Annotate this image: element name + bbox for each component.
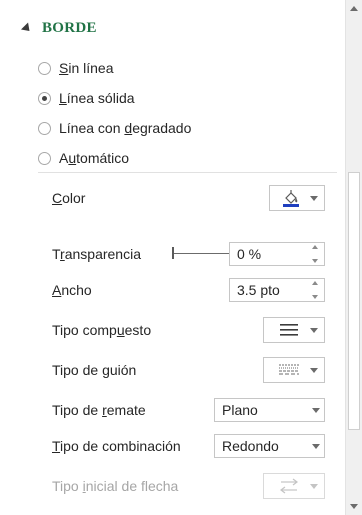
transparency-label: Transparencia [52,246,141,262]
dash-type-label: Tipo de guión [52,362,137,378]
spin-down-icon[interactable] [312,295,318,299]
border-section-header[interactable]: BORDE [18,20,97,37]
compound-lines-icon [278,321,300,339]
section-title: BORDE [42,20,97,36]
cap-type-row: Tipo de remate Plano [52,396,333,424]
spin-up-icon[interactable] [312,281,318,285]
transparency-slider-thumb[interactable] [172,247,174,259]
dash-type-dropdown[interactable] [263,357,325,383]
chevron-down-icon [310,327,318,333]
radio-button-selected[interactable] [38,91,51,105]
transparency-value: 0 % [237,246,262,262]
join-type-row: Tipo de combinación Redondo [52,432,333,460]
spin-buttons[interactable] [310,245,320,263]
transparency-spinner[interactable]: 0 % [229,242,325,266]
chevron-down-icon [310,483,318,489]
transparency-row: Transparencia 0 % [52,240,333,268]
radio-gradient-line[interactable]: Línea con degradado [38,120,191,136]
radio-button[interactable] [38,61,51,75]
section-divider [38,172,337,173]
chevron-down-icon [312,408,320,413]
scroll-up-button[interactable] [346,0,362,17]
compound-type-label: Tipo compuesto [52,322,152,338]
scroll-up-arrow-icon [350,6,358,11]
radio-button[interactable] [38,121,51,135]
begin-arrow-type-row: Tipo inicial de flecha [52,472,333,500]
width-value: 3.5 pto [237,282,280,298]
cap-type-select[interactable]: Plano [214,398,325,422]
scroll-down-arrow-icon [350,504,358,509]
spin-up-icon[interactable] [312,245,318,249]
compound-type-dropdown[interactable] [263,317,325,343]
chevron-down-icon [312,444,320,449]
join-type-value: Redondo [222,438,279,454]
color-row: Color [52,184,333,212]
transparency-slider[interactable] [172,253,232,254]
spin-down-icon[interactable] [312,259,318,263]
cap-type-label: Tipo de remate [52,402,146,418]
radio-solid-line[interactable]: Línea sólida [38,90,135,106]
width-spinner[interactable]: 3.5 pto [229,278,325,302]
color-picker-button[interactable] [269,185,325,211]
radio-no-line[interactable]: Sin línea [38,60,114,76]
collapse-triangle-icon[interactable] [20,22,34,35]
radio-automatic[interactable]: Automático [38,150,129,166]
dash-style-icon [278,361,300,379]
chevron-down-icon [310,367,318,373]
radio-button[interactable] [38,151,51,165]
chevron-down-icon [310,195,318,201]
scrollbar-thumb[interactable] [348,172,360,430]
format-border-panel: BORDE Sin línea Línea sólida Línea con d… [0,0,345,515]
width-row: Ancho 3.5 pto [52,276,333,304]
radio-label: Sin línea [59,60,114,76]
color-label: Color [52,190,86,206]
join-type-label: Tipo de combinación [52,438,181,454]
vertical-scrollbar[interactable] [345,0,362,515]
spin-buttons[interactable] [310,281,320,299]
radio-label: Automático [59,150,130,166]
radio-label: Línea con degradado [59,120,192,136]
begin-arrow-type-dropdown [263,473,325,499]
radio-label: Línea sólida [59,90,135,106]
scroll-down-button[interactable] [346,498,362,515]
begin-arrow-type-label: Tipo inicial de flecha [52,478,179,494]
cap-type-value: Plano [222,402,258,418]
dash-type-row: Tipo de guión [52,356,333,384]
width-label: Ancho [52,282,92,298]
compound-type-row: Tipo compuesto [52,316,333,344]
paint-bucket-icon [280,189,302,207]
join-type-select[interactable]: Redondo [214,434,325,458]
arrow-type-icon [278,477,300,495]
